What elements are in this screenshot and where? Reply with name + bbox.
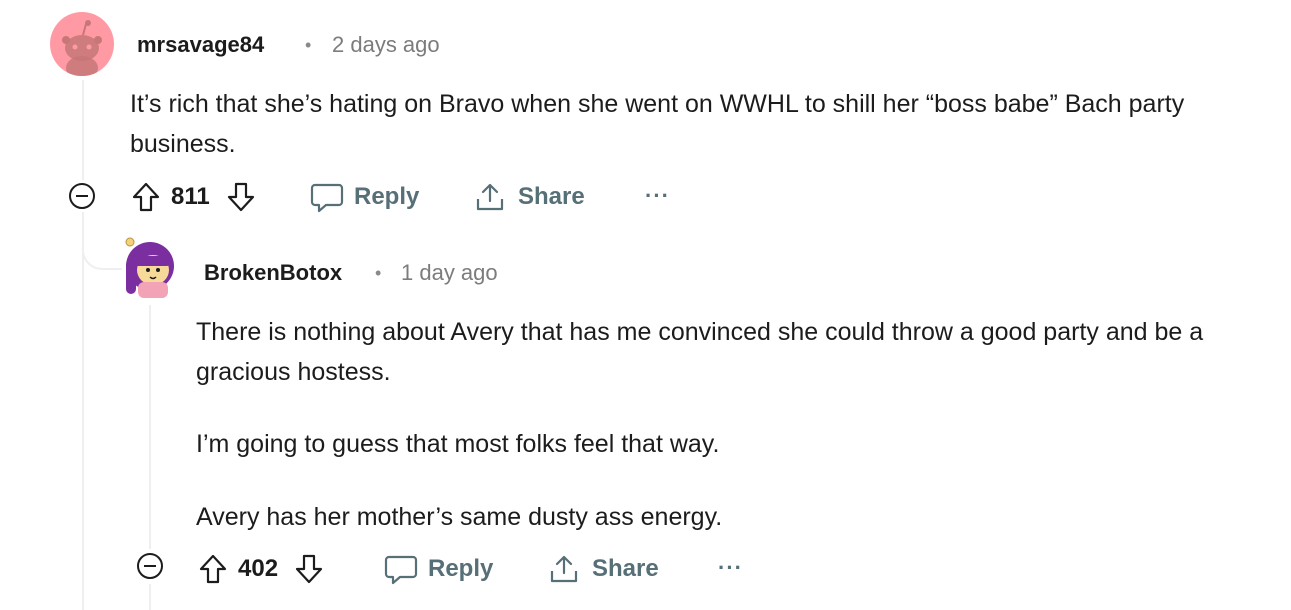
downvote-icon[interactable] (226, 181, 256, 213)
avatar[interactable] (120, 236, 180, 302)
reply-button[interactable]: Reply (384, 552, 493, 586)
share-icon (548, 553, 580, 585)
vote-score: 402 (238, 555, 279, 582)
upvote-icon[interactable] (131, 181, 161, 213)
collapse-button[interactable] (69, 183, 95, 209)
collapse-button[interactable] (137, 553, 163, 579)
reply-button[interactable]: Reply (310, 180, 419, 214)
timestamp[interactable]: 1 day ago (401, 260, 498, 286)
reply-label: Reply (354, 183, 420, 210)
comment-paragraph: There is nothing about Avery that has me… (196, 318, 1204, 386)
downvote-icon[interactable] (294, 553, 324, 585)
thread-line-main[interactable] (82, 80, 84, 180)
separator-dot: • (305, 35, 312, 55)
thread-line-main-lower[interactable] (82, 212, 84, 610)
upvote-icon[interactable] (198, 553, 228, 585)
thread-line-reply[interactable] (149, 305, 151, 549)
vote-score: 811 (171, 183, 210, 210)
reply-label: Reply (428, 555, 494, 582)
avatar[interactable] (50, 12, 114, 76)
vote-bar: 402 (198, 552, 324, 586)
username[interactable]: BrokenBotox (204, 260, 342, 286)
comment-body: It’s rich that she’s hating on Bravo whe… (130, 90, 1185, 158)
vote-bar: 811 (131, 180, 256, 214)
thread-branch (82, 230, 122, 270)
more-options-button[interactable]: ··· (645, 183, 670, 209)
comment-paragraph: Avery has her mother’s same dusty ass en… (196, 503, 723, 531)
username[interactable]: mrsavage84 (137, 32, 264, 58)
more-options-button[interactable]: ··· (718, 555, 743, 581)
timestamp[interactable]: 2 days ago (332, 32, 440, 58)
share-label: Share (592, 555, 659, 582)
snoo-avatar-icon (62, 20, 102, 76)
share-button[interactable]: Share (548, 552, 659, 586)
anime-girl-avatar-icon (125, 237, 174, 298)
share-icon (474, 181, 506, 213)
comment-icon (310, 181, 344, 213)
comment-icon (384, 553, 418, 585)
share-label: Share (518, 183, 585, 210)
share-button[interactable]: Share (474, 180, 585, 214)
comment-paragraph: I’m going to guess that most folks feel … (196, 430, 720, 458)
thread-line-reply-lower[interactable] (149, 584, 151, 610)
separator-dot: • (375, 263, 382, 283)
